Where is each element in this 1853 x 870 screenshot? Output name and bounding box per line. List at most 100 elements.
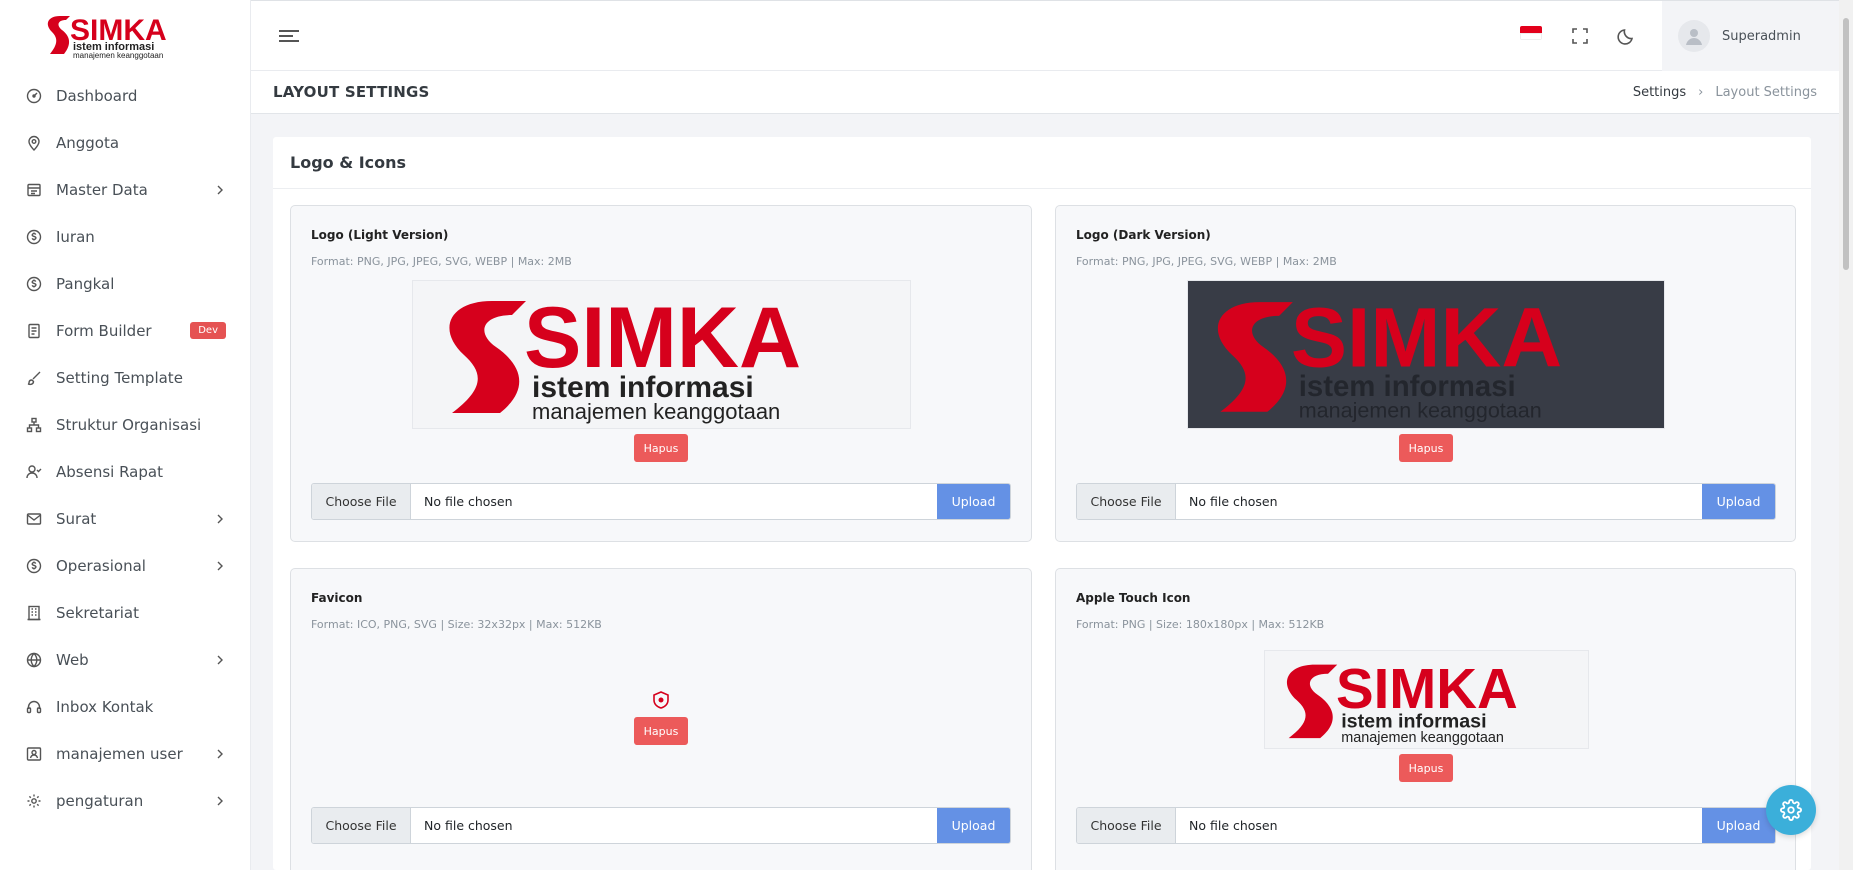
menu-toggle-icon[interactable] (277, 26, 301, 46)
sidebar-item-label: Master Data (56, 180, 148, 199)
simka-logo-light-image: SIMKA istem informasi manajemen keanggot… (448, 290, 801, 424)
sidebar-item-label: Sekretariat (56, 603, 139, 622)
sidebar: SIMKA istem informasi manajemen keanggot… (0, 0, 251, 870)
logo-light-panel: Logo (Light Version) Format: PNG, JPG, J… (290, 205, 1032, 542)
sidebar-item-dashboard[interactable]: Dashboard (0, 72, 250, 119)
breadcrumb-current: Layout Settings (1715, 84, 1817, 100)
panel-format: Format: PNG, JPG, JPEG, SVG, WEBP | Max:… (1076, 255, 1337, 268)
user-card-icon (24, 744, 44, 764)
sidebar-item-inbox-kontak[interactable]: Inbox Kontak (0, 683, 250, 730)
sidebar-item-master-data[interactable]: Master Data (0, 166, 250, 213)
scrollbar-thumb[interactable] (1843, 18, 1849, 270)
building-icon (24, 603, 44, 623)
favicon-file-input[interactable]: Choose File No file chosen Upload (311, 807, 1011, 844)
choose-file-button[interactable]: Choose File (1077, 808, 1176, 843)
panel-title: Logo (Light Version) (311, 228, 449, 242)
sidebar-item-pangkal[interactable]: Pangkal (0, 260, 250, 307)
indonesia-flag-icon[interactable] (1520, 26, 1542, 40)
sidebar-item-struktur-organisasi[interactable]: Struktur Organisasi (0, 401, 250, 448)
sidebar-item-pengaturan[interactable]: pengaturan (0, 777, 250, 824)
panel-format: Format: PNG | Size: 180x180px | Max: 512… (1076, 618, 1325, 631)
globe-icon (24, 650, 44, 670)
brand-logo[interactable]: SIMKA istem informasi manajemen keanggot… (0, 0, 250, 70)
sidebar-item-anggota[interactable]: Anggota (0, 119, 250, 166)
gear-icon (1780, 799, 1802, 821)
delete-logo-light-button[interactable]: Hapus (634, 434, 688, 462)
chevron-right-icon (214, 654, 226, 666)
user-check-icon (24, 462, 44, 482)
sidebar-item-setting-template[interactable]: Setting Template (0, 354, 250, 401)
upload-button[interactable]: Upload (937, 484, 1010, 519)
theme-settings-button[interactable] (1766, 785, 1816, 835)
apple-icon-file-input[interactable]: Choose File No file chosen Upload (1076, 807, 1776, 844)
sidebar-item-label: Dashboard (56, 86, 138, 105)
sidebar-item-label: Web (56, 650, 89, 669)
logo-icons-card: Logo & Icons Logo (Light Version) Format… (273, 137, 1811, 870)
panel-title: Favicon (311, 591, 363, 605)
logo-light-preview: SIMKA istem informasi manajemen keanggot… (412, 280, 911, 429)
sidebar-item-absensi-rapat[interactable]: Absensi Rapat (0, 448, 250, 495)
brush-icon (24, 368, 44, 388)
sidebar-item-label: Inbox Kontak (56, 697, 154, 716)
dashboard-icon (24, 86, 44, 106)
coin-icon (24, 227, 44, 247)
page-scrollbar[interactable] (1839, 0, 1853, 870)
choose-file-button[interactable]: Choose File (312, 484, 411, 519)
sidebar-item-iuran[interactable]: Iuran (0, 213, 250, 260)
page-title-bar: LAYOUT SETTINGS Settings › Layout Settin… (251, 71, 1839, 114)
sidebar-item-label: Setting Template (56, 368, 183, 387)
sidebar-item-label: Struktur Organisasi (56, 415, 202, 434)
location-pin-icon (24, 133, 44, 153)
user-avatar-icon (1686, 29, 1702, 45)
fullscreen-icon[interactable] (1570, 26, 1590, 46)
breadcrumb-settings[interactable]: Settings (1633, 85, 1686, 100)
file-status: No file chosen (1189, 494, 1278, 509)
logo-line2-text: manajemen keanggotaan (73, 51, 163, 60)
choose-file-button[interactable]: Choose File (1077, 484, 1176, 519)
sidebar-nav: Dashboard Anggota Master Data Iuran Pangkal F… (0, 70, 250, 824)
card-header: Logo & Icons (273, 137, 1811, 189)
dark-mode-icon[interactable] (1617, 26, 1637, 46)
upload-button[interactable]: Upload (1702, 808, 1775, 843)
upload-button[interactable]: Upload (937, 808, 1010, 843)
delete-favicon-button[interactable]: Hapus (634, 717, 688, 745)
sidebar-item-sekretariat[interactable]: Sekretariat (0, 589, 250, 636)
headset-icon (24, 697, 44, 717)
chevron-right-icon (214, 560, 226, 572)
user-menu[interactable]: Superadmin (1662, 1, 1839, 71)
upload-button[interactable]: Upload (1702, 484, 1775, 519)
sidebar-item-manajemen-user[interactable]: manajemen user (0, 730, 250, 777)
delete-apple-icon-button[interactable]: Hapus (1399, 754, 1453, 782)
favicon-preview-icon (652, 691, 670, 709)
sidebar-item-label: Form Builder (56, 321, 152, 340)
panel-format: Format: ICO, PNG, SVG | Size: 32x32px | … (311, 618, 602, 631)
panel-title: Logo (Dark Version) (1076, 228, 1211, 242)
choose-file-button[interactable]: Choose File (312, 808, 411, 843)
file-status: No file chosen (424, 494, 513, 509)
sidebar-item-form-builder[interactable]: Form Builder Dev (0, 307, 250, 354)
apple-touch-icon-panel: Apple Touch Icon Format: PNG | Size: 180… (1055, 568, 1796, 870)
simka-logo-icon: SIMKA istem informasi manajemen keanggot… (47, 14, 167, 60)
sidebar-item-label: Pangkal (56, 274, 115, 293)
logo-dark-file-input[interactable]: Choose File No file chosen Upload (1076, 483, 1776, 520)
sidebar-item-label: manajemen user (56, 744, 183, 763)
sidebar-item-operasional[interactable]: Operasional (0, 542, 250, 589)
delete-logo-dark-button[interactable]: Hapus (1399, 434, 1453, 462)
favicon-panel: Favicon Format: ICO, PNG, SVG | Size: 32… (290, 568, 1032, 870)
logo-light-file-input[interactable]: Choose File No file chosen Upload (311, 483, 1011, 520)
apple-icon-line1-text: istem informasi (1341, 710, 1486, 732)
org-chart-icon (24, 415, 44, 435)
breadcrumb-chevron-icon: › (1698, 84, 1704, 100)
user-name: Superadmin (1722, 28, 1801, 44)
form-icon (24, 321, 44, 341)
sidebar-item-label: Iuran (56, 227, 95, 246)
chevron-right-icon (214, 795, 226, 807)
panel-title: Apple Touch Icon (1076, 591, 1191, 605)
coin-icon (24, 274, 44, 294)
dev-badge: Dev (190, 322, 226, 339)
sidebar-item-label: Absensi Rapat (56, 462, 163, 481)
database-icon (24, 180, 44, 200)
sidebar-item-surat[interactable]: Surat (0, 495, 250, 542)
sidebar-item-web[interactable]: Web (0, 636, 250, 683)
panel-format: Format: PNG, JPG, JPEG, SVG, WEBP | Max:… (311, 255, 572, 268)
